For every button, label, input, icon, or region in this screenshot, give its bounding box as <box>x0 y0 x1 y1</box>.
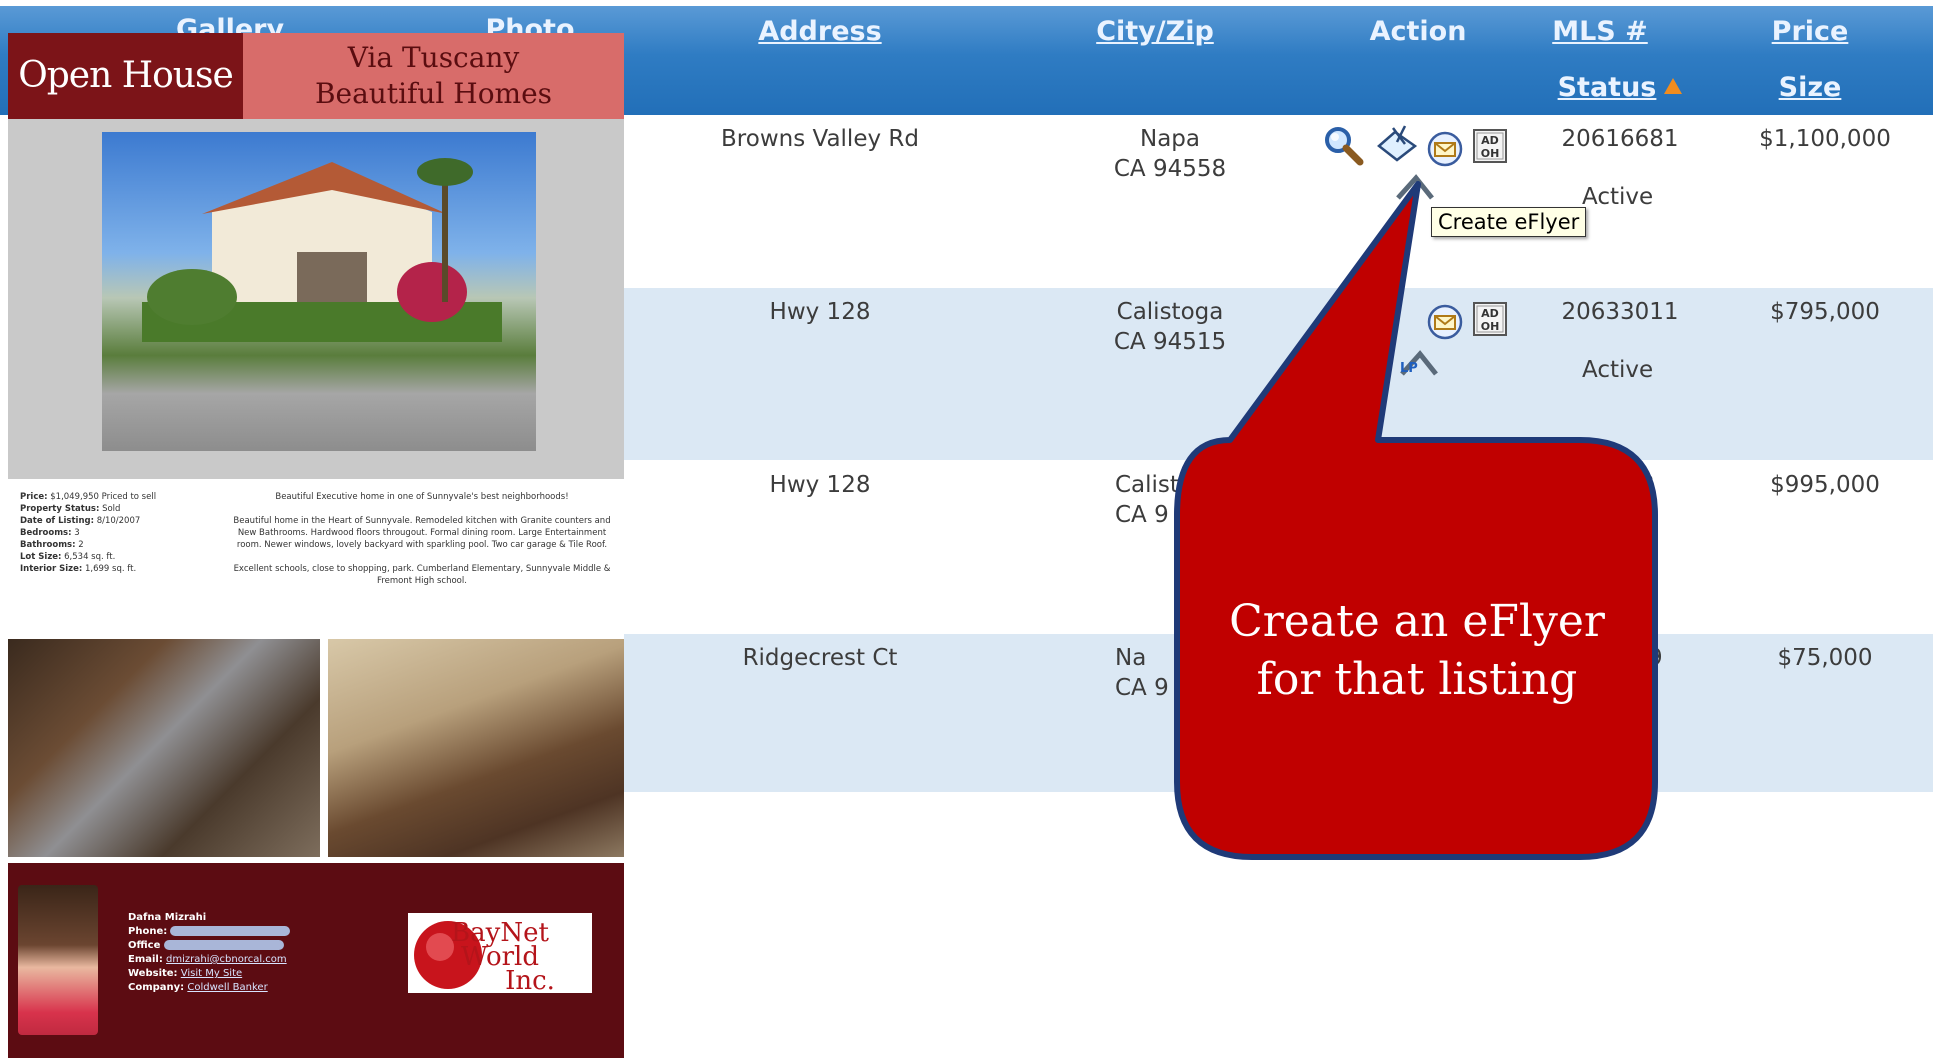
callout-text-line1: Create an eFlyer <box>1229 596 1606 647</box>
flyer-agent-footer: Dafna Mizrahi Phone: Office Email: dmizr… <box>8 863 624 1058</box>
flyer-title-line2: Beautiful Homes <box>314 77 553 110</box>
flyer-bedroom-photo <box>328 639 624 857</box>
flyer-description: Beautiful Executive home in one of Sunny… <box>233 492 611 586</box>
eflyer-preview: Open House Via Tuscany Beautiful Homes P… <box>8 33 624 1058</box>
flyer-facts: Price: $1,049,950 Priced to sell Propert… <box>20 492 157 574</box>
callout-text-line2: for that listing <box>1257 654 1578 705</box>
flyer-open-house-banner: Open House <box>8 33 243 119</box>
flyer-title-line1: Via Tuscany <box>347 41 520 74</box>
agent-info: Dafna Mizrahi Phone: Office Email: dmizr… <box>128 911 338 995</box>
flyer-details: Price: $1,049,950 Priced to sell Propert… <box>8 479 624 639</box>
flyer-kitchen-photo <box>8 639 320 857</box>
baynet-world-logo: BayNet World Inc. <box>408 913 592 994</box>
flyer-main-photo <box>102 132 536 451</box>
flyer-title: Via Tuscany Beautiful Homes <box>243 33 624 119</box>
agent-avatar <box>18 885 98 1035</box>
